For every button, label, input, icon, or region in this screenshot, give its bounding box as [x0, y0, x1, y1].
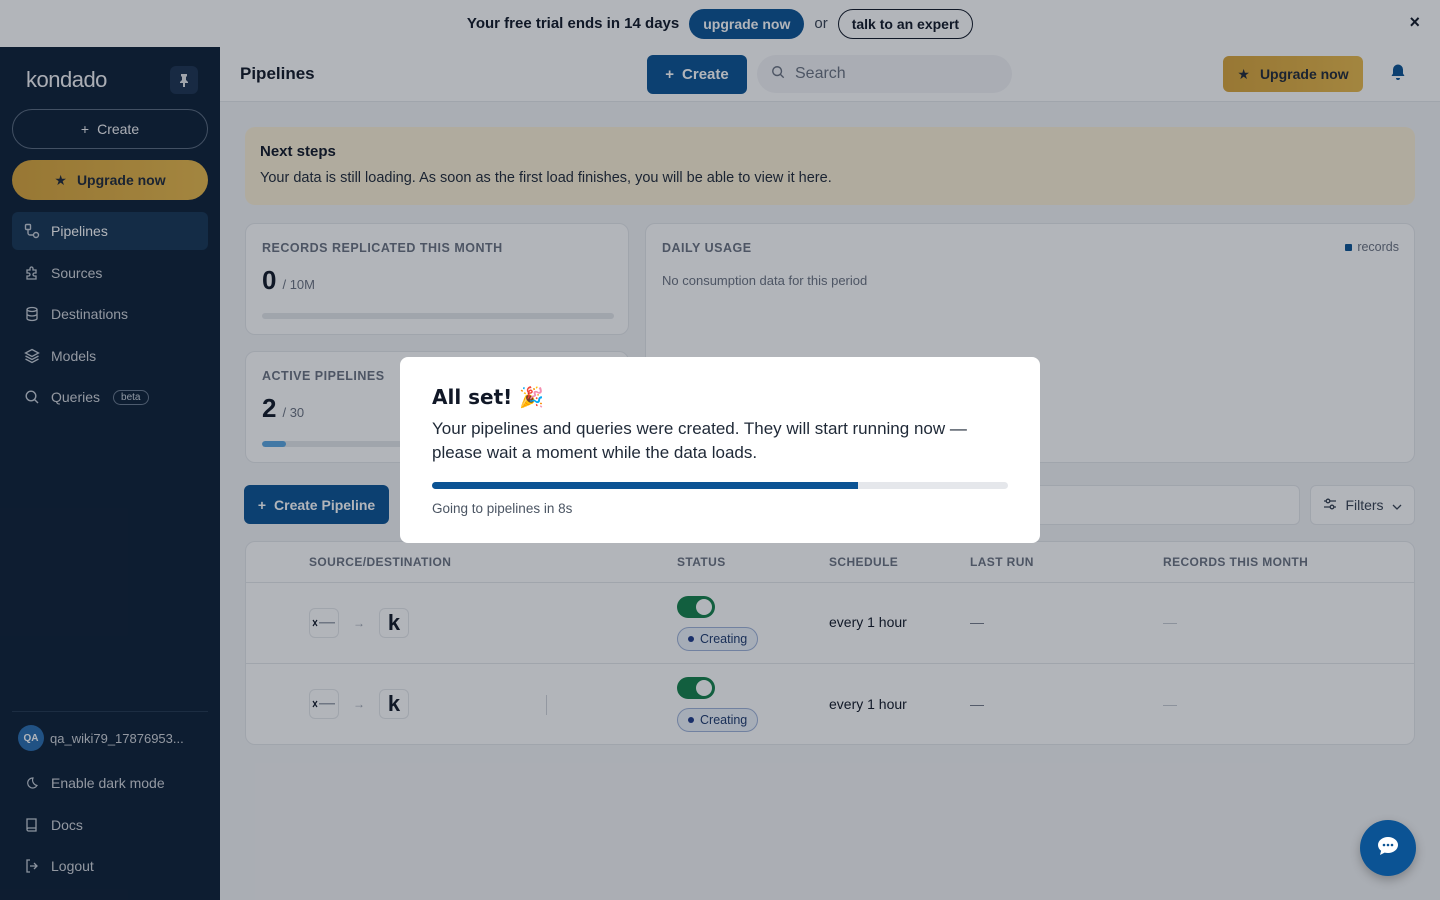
- chat-button[interactable]: [1360, 820, 1416, 876]
- chat-icon: [1376, 835, 1400, 862]
- modal-title: All set! 🎉: [432, 385, 545, 409]
- all-set-modal: All set! 🎉 Your pipelines and queries we…: [400, 357, 1040, 543]
- redirect-progress-fill: [432, 482, 859, 489]
- modal-body: Your pipelines and queries were created.…: [432, 419, 967, 462]
- redirect-progress-bar: [432, 482, 1008, 489]
- redirect-countdown: Going to pipelines in 8s: [432, 501, 573, 516]
